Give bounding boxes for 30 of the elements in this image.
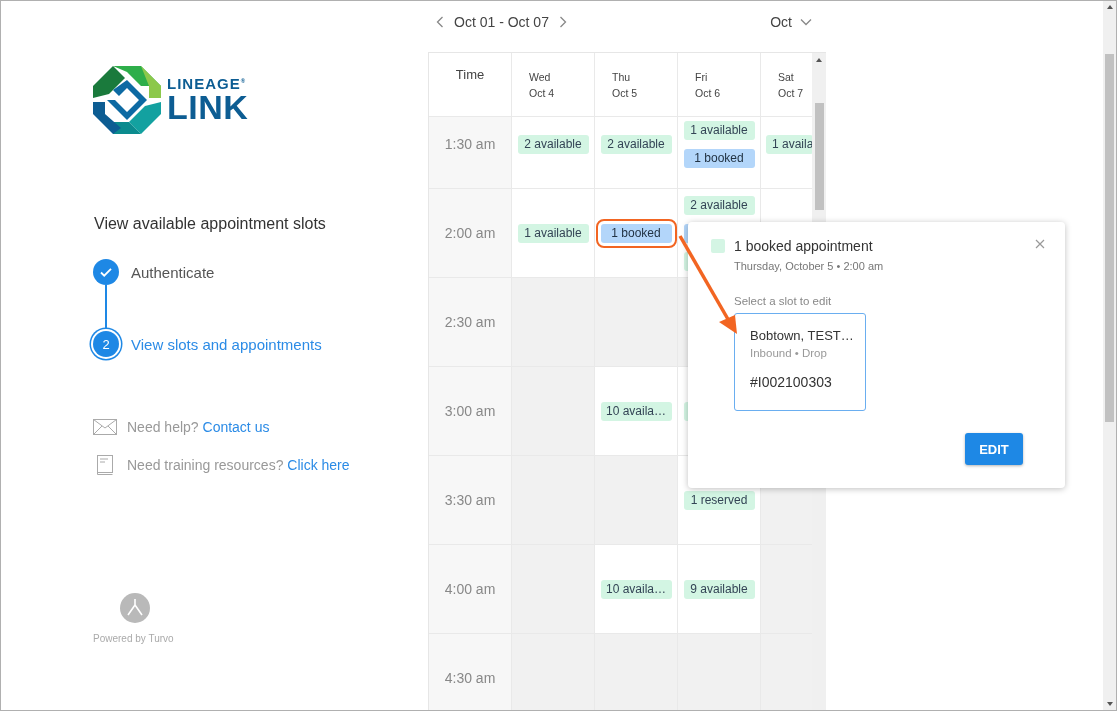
day-date: Oct 6 [695, 86, 722, 101]
time-label: 4:00 am [444, 581, 496, 597]
appointment-type: Inbound • Drop [750, 347, 828, 359]
brand-subname: LINK [167, 90, 249, 124]
time-label: 2:00 am [444, 225, 496, 241]
section-heading: View available appointment slots [94, 215, 327, 233]
day-date: Oct 7 [778, 86, 805, 101]
time-label: 3:30 am [444, 492, 496, 508]
column-header: Time [455, 67, 485, 83]
prompt-text: Select a slot to edit [734, 295, 833, 307]
time-label: 2:30 am [444, 314, 496, 330]
appointment-location: Bobtown, TEST… [750, 328, 855, 343]
popover-subtitle: Thursday, October 5 • 2:00 am [734, 260, 885, 272]
powered-by-text: Powered by Turvo [93, 633, 174, 644]
appointment-number: #I002100303 [750, 374, 833, 390]
help-text: Need training resources? Click here [127, 457, 350, 473]
date-range: Oct 01 - Oct 07 [454, 13, 549, 30]
day-date: Oct 5 [612, 86, 639, 101]
step-number: 2 [93, 331, 119, 357]
time-label: 1:30 am [444, 136, 496, 152]
help-text: Need help? Contact us [127, 419, 270, 435]
time-label: 3:00 am [444, 403, 496, 419]
brand-name: LINEAGE$^{®}$ [167, 76, 248, 91]
popover-title: 1 booked appointment [734, 238, 874, 254]
day-date: Oct 4 [529, 86, 556, 101]
day-name: Sat [778, 70, 795, 85]
day-name: Thu [612, 70, 632, 85]
day-name: Fri [695, 70, 709, 85]
time-label: 4:30 am [444, 670, 496, 686]
day-name: Wed [529, 70, 552, 85]
